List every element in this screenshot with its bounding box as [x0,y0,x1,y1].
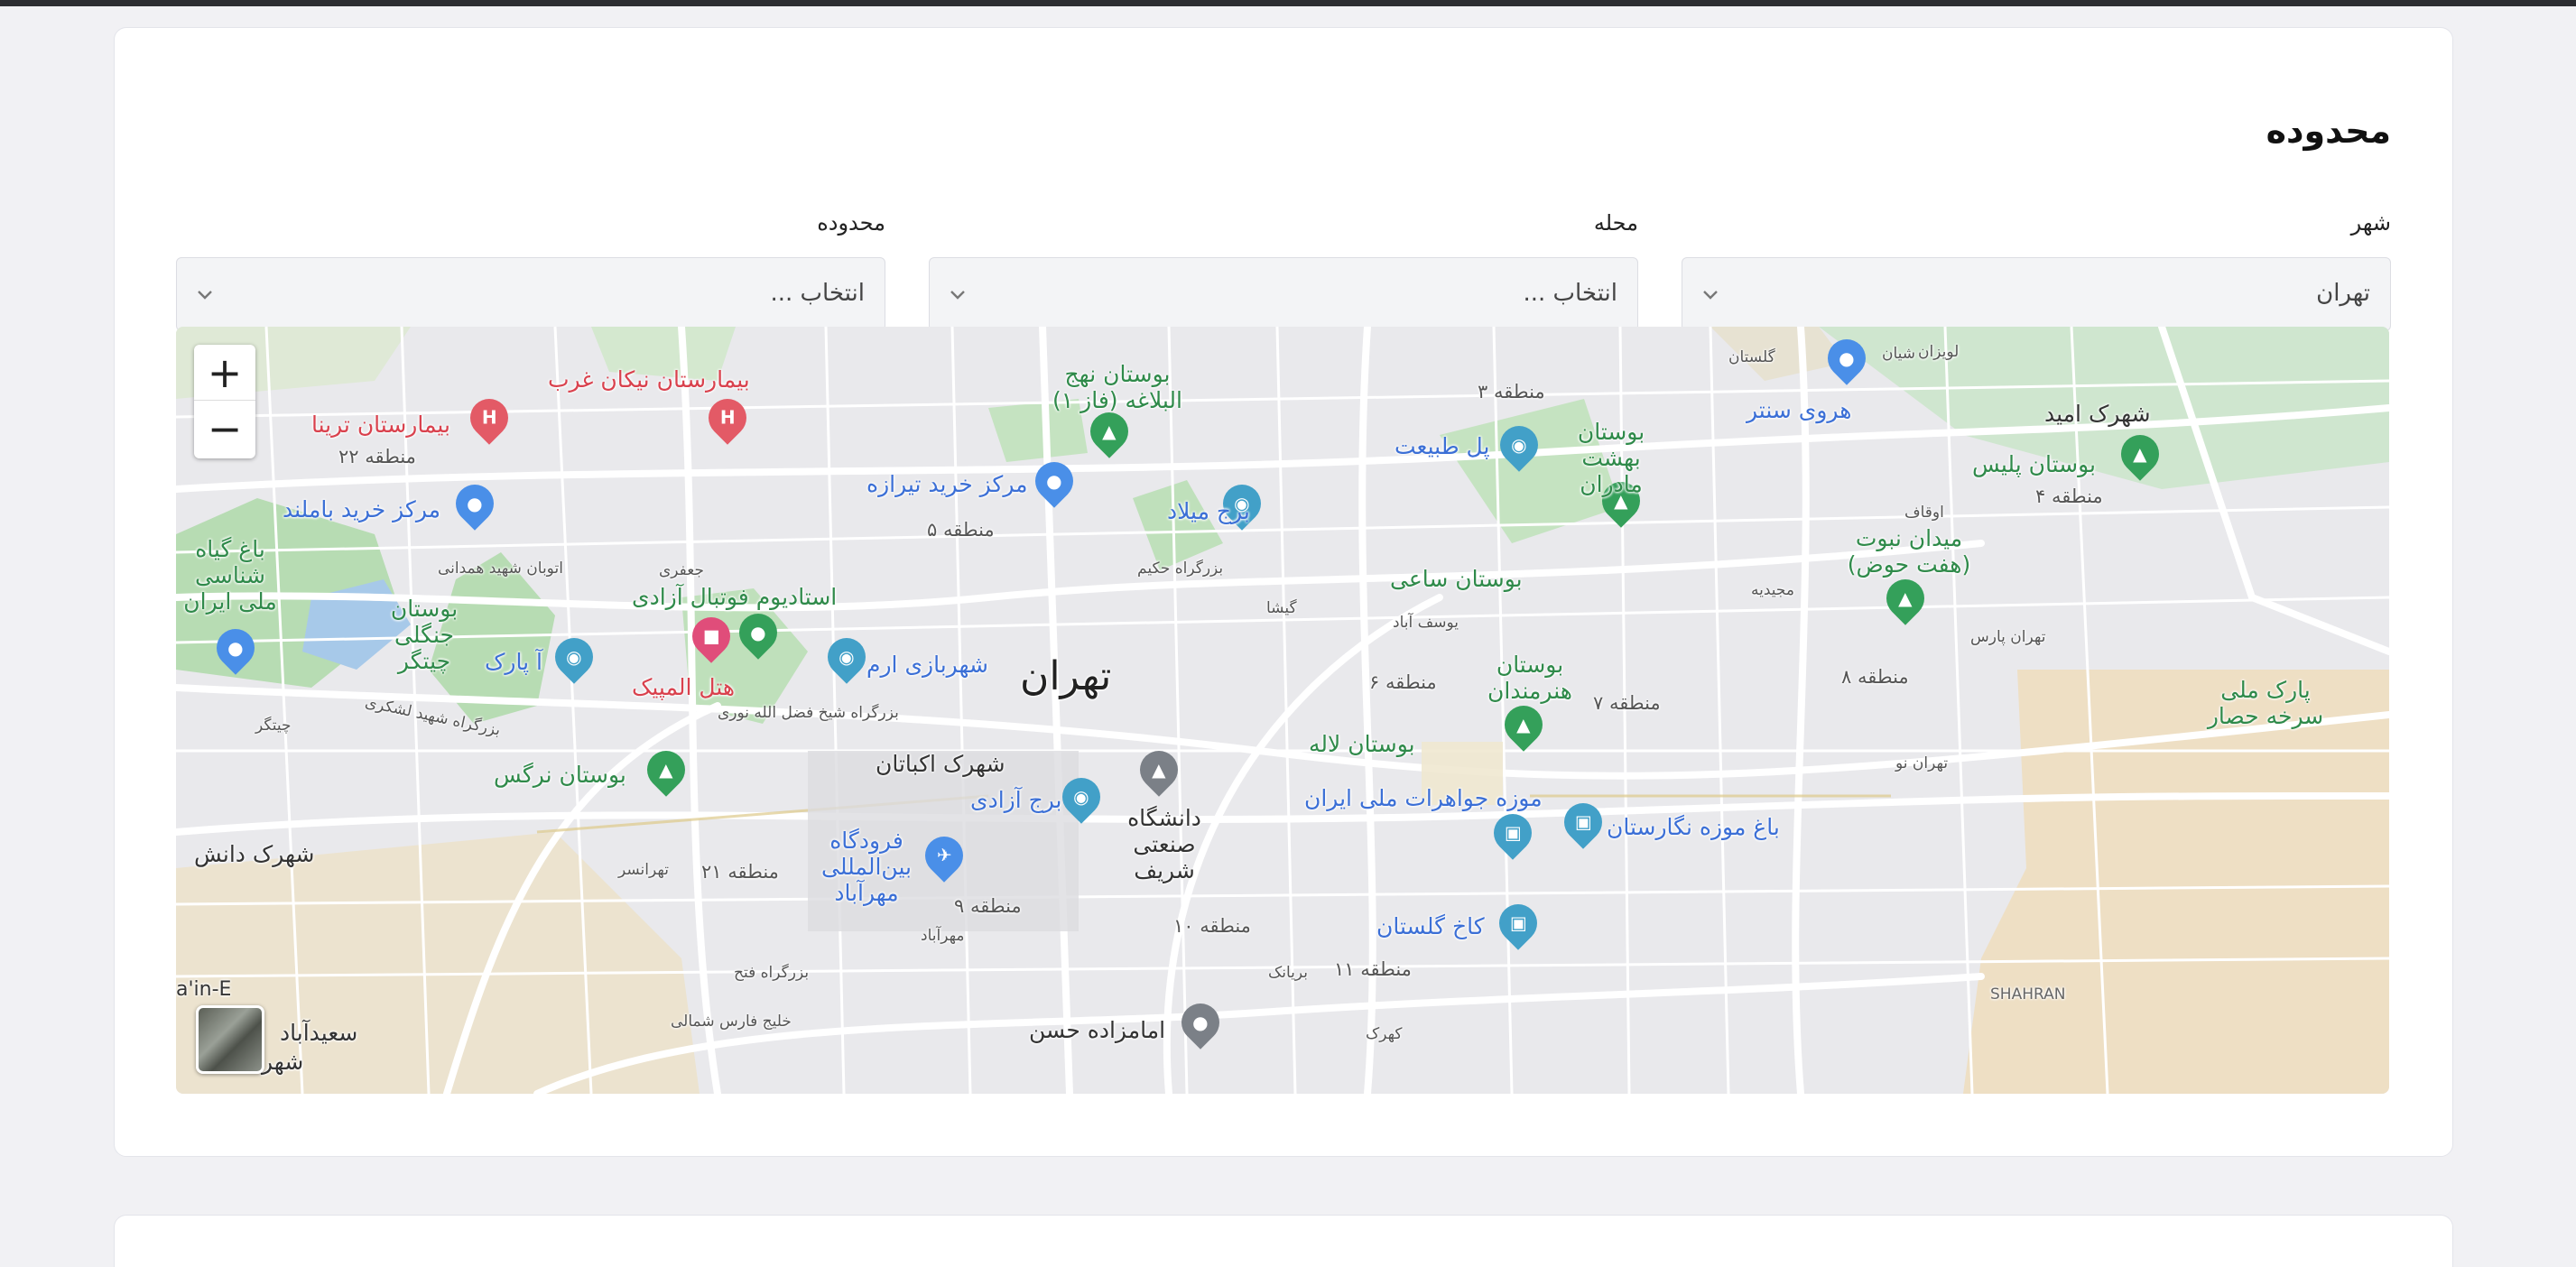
zoom-control: + − [194,345,255,458]
neighborhood-field: محله انتخاب ... [929,210,1638,331]
place-label: مجیدیه [1751,581,1794,599]
neighborhood-select[interactable]: انتخاب ... [929,257,1638,331]
next-card [114,1215,2453,1267]
place-label: شهر [262,1049,304,1075]
park-label: پارک ملی سرخه حصار [2207,677,2324,729]
city-select-value: تهران [2316,280,2370,307]
place-label: پل طبیعت [1395,433,1490,459]
road-label: جعفری [659,561,704,579]
city-field: شهر تهران [1682,210,2391,331]
area-select[interactable]: انتخاب ... [176,257,885,331]
neighborhood-select-value: انتخاب ... [1523,280,1617,307]
place-label: امامزاده حسن [1029,1017,1166,1043]
place-label: SHAHRAN [1990,985,2066,1003]
district-label: منطقه ۴ [2035,486,2103,507]
neighborhood-label: محله [1593,210,1638,236]
place-label: شهرک امید [2044,401,2151,427]
hospital-label: بیمارستان نیکان غرب [548,366,750,393]
place-label: مرکز خرید تیرازه [866,471,1028,497]
place-label: خلیج فارس شمالی [671,1013,792,1031]
place-label: یوسف آباد [1393,614,1459,632]
district-label: منطقه ۲۱ [701,861,779,883]
district-label: منطقه ۱۰ [1173,915,1251,937]
road-label: بزرگراه شیخ فضل الله نوری [718,704,899,722]
place-label: مهرآباد [921,927,965,945]
place-label: فرودگاه بین‌المللی مهرآباد [821,828,912,906]
place-label: تهران نو [1895,754,1949,772]
place-label: شهرک اکباتان [876,751,1005,777]
city-label: شهر [2350,210,2391,236]
place-label: برج آزادی [970,787,1062,813]
place-label: آ پارک [485,649,542,675]
place-label: موزه جواهرات ملی ایران [1304,785,1543,811]
place-label: تهران پارس [1970,628,2046,646]
road-label: اتوبان شهید همدانی [438,560,563,578]
park-label: بوستان نرگس [494,762,626,788]
chevron-down-icon [1703,291,1718,300]
area-label: محدوده [817,210,885,236]
district-label: منطقه ۳ [1478,381,1545,402]
hospital-label: بیمارستان ترینا [311,412,450,438]
park-label: بوستان نهج البلاغه (فاز ۱) [1052,361,1182,413]
place-label: بریانک [1268,964,1308,982]
park-label: بوستان ساعی [1390,566,1523,592]
place-label: شهربازی ارم [866,652,988,678]
park-label: میدان نبوت (هفت حوض) [1847,525,1971,578]
place-label: کاخ گلستان [1376,913,1485,939]
place-label: کهرک [1366,1025,1403,1043]
road-label: بزرگراه فتح [734,964,810,982]
park-label: بوستان لاله [1309,731,1415,757]
place-label: شهرک دانش [194,841,315,867]
road-label: بزرگراه حکیم [1137,560,1224,578]
park-label: بوستان پلیس [1972,451,2096,477]
park-label: بوستان بهشت مادران [1577,419,1645,497]
area-field: محدوده انتخاب ... [176,210,885,331]
place-label: لویزان [1918,343,1960,361]
satellite-layer-toggle[interactable] [196,1005,264,1074]
place-label: چیتگر [255,717,292,735]
district-label: منطقه ۶ [1369,671,1437,693]
section-title: محدوده [2266,111,2391,151]
district-label: منطقه ۷ [1593,692,1661,714]
district-label: منطقه ۹ [954,895,1022,917]
stadium-label: استادیوم فوتبال آزادی [632,584,838,610]
zoom-out-button[interactable]: − [194,401,255,457]
park-label: بوستان جنگلی چیتگر [390,596,459,674]
district-label: منطقه ۵ [927,519,995,541]
zoom-in-button[interactable]: + [194,345,255,401]
district-label: منطقه ۱۱ [1334,958,1412,980]
park-label: باغ گیاه شناسی ملی ایران [183,536,277,615]
place-label: سعیدآباد [280,1020,358,1046]
chevron-down-icon [950,291,965,300]
district-label: منطقه ۲۲ [338,446,416,467]
city-map-label: تهران [1020,653,1112,699]
place-label: اوقاف [1904,504,1944,522]
city-select[interactable]: تهران [1682,257,2391,331]
top-bar [0,0,2576,6]
place-label: باغ موزه نگارستان [1607,814,1780,840]
place-label: هروی سنتر [1747,397,1852,423]
place-label: دانشگاه صنعتی شریف [1127,805,1201,883]
map[interactable]: H H ● ● ● ● ▲ ▲ ▲ ▲ ▲ ▲ ● ◉ ◉ ◉ ◉ ◉ ▣ ▣ … [176,327,2389,1094]
place-label: تهرانسر [618,861,669,879]
hotel-label: هتل المپیک [632,674,736,700]
park-label: بوستان هنرمندان [1487,652,1572,704]
place-label: گیشا [1266,599,1297,617]
place-label: a'in-E [176,978,232,1001]
area-select-value: انتخاب ... [770,280,865,307]
place-label: مرکز خرید باملند [283,496,441,523]
place-label: شیان [1882,345,1916,363]
place-label: گلستان [1728,348,1775,366]
chevron-down-icon [198,291,212,300]
district-label: منطقه ۸ [1841,666,1909,688]
place-label: برج میلاد [1167,498,1250,524]
